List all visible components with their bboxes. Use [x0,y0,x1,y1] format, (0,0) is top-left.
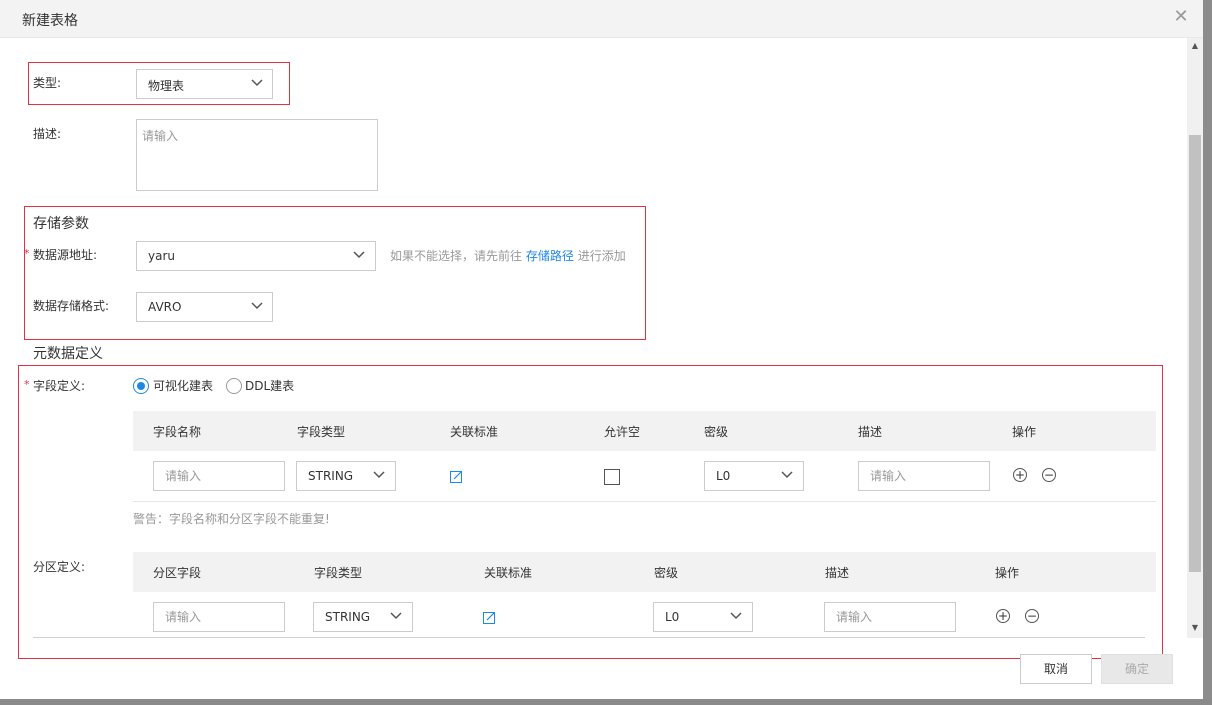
partition-col-type: 字段类型 [314,566,363,580]
fields-col-standard: 关联标准 [450,425,499,439]
partition-type-value: STRING [325,610,371,624]
field-definition-label: 字段定义: [33,379,86,393]
dialog-title: 新建表格 [22,13,78,29]
datasource-select-value: yaru [148,249,175,263]
dialog-header: 新建表格 ✕ [0,0,1203,38]
partition-col-name: 分区字段 [153,566,202,580]
chevron-down-icon [251,302,263,312]
description-textarea[interactable] [136,119,378,191]
partition-col-desc: 描述 [825,566,850,580]
backdrop [1203,0,1212,705]
minus-circle-icon[interactable]: − [1025,609,1039,623]
field-level-value: L0 [716,469,731,483]
scroll-up-icon[interactable]: ▲ [1187,41,1203,51]
fields-col-action: 操作 [1012,425,1037,439]
chevron-down-icon [251,79,263,89]
partition-name-input[interactable] [153,602,285,632]
plus-circle-icon[interactable]: + [1013,468,1027,482]
partition-name-text[interactable] [154,603,284,631]
minus-circle-icon[interactable]: − [1042,468,1056,482]
field-level-select[interactable]: L0 [704,461,804,491]
field-name-input[interactable] [153,461,285,491]
fields-row-divider [133,501,1156,502]
metadata-section-title: 元数据定义 [33,346,103,362]
field-desc-text[interactable] [859,462,989,490]
chevron-down-icon [390,612,402,622]
chevron-down-icon [730,612,742,622]
required-mark: * [24,378,30,391]
description-label: 描述: [33,127,62,141]
storage-path-link[interactable]: 存储路径 [526,249,574,263]
field-desc-input[interactable] [858,461,990,491]
hint-prefix: 如果不能选择，请先前往 [390,249,523,263]
partition-level-value: L0 [665,610,680,624]
hint-suffix: 进行添加 [577,249,626,263]
fields-col-name: 字段名称 [153,425,202,439]
partition-definition-label: 分区定义: [33,560,86,574]
chevron-down-icon [353,251,365,261]
field-name-text[interactable] [154,462,284,490]
fields-col-nullable: 允许空 [604,425,641,439]
fields-table-header: 字段名称 字段类型 关联标准 允许空 密级 描述 操作 [133,411,1156,451]
fields-col-type: 字段类型 [297,425,346,439]
close-icon[interactable]: ✕ [1173,8,1189,26]
format-select[interactable]: AVRO [136,292,273,322]
partition-type-select[interactable]: STRING [313,602,413,632]
vertical-scrollbar[interactable]: ▲ ▼ [1187,38,1203,638]
description-input[interactable] [137,120,377,190]
scroll-down-icon[interactable]: ▼ [1187,623,1203,633]
highlight-box-storage [24,206,646,340]
chevron-down-icon [373,471,385,481]
partition-level-select[interactable]: L0 [653,602,753,632]
edit-icon[interactable] [450,470,463,483]
format-select-value: AVRO [148,300,182,314]
partition-table-header: 分区字段 字段类型 关联标准 密级 描述 操作 [133,552,1156,592]
scroll-thumb[interactable] [1189,135,1201,572]
confirm-button[interactable]: 确定 [1101,654,1173,684]
edit-icon[interactable] [483,611,496,624]
radio-visual-label[interactable]: 可视化建表 [153,378,213,394]
datasource-hint: 如果不能选择，请先前往 存储路径 进行添加 [390,247,626,264]
partition-desc-text[interactable] [825,603,955,631]
required-mark: * [24,247,30,260]
backdrop [0,699,1212,705]
radio-ddl[interactable] [226,378,242,394]
datasource-label: 数据源地址: [33,248,98,262]
field-type-value: STRING [308,469,354,483]
field-type-select[interactable]: STRING [296,461,396,491]
cancel-button[interactable]: 取消 [1020,654,1092,684]
duplicate-warning: 警告：字段名称和分区字段不能重复! [133,512,330,526]
partition-desc-input[interactable] [824,602,956,632]
type-label: 类型: [33,76,62,90]
partition-col-action: 操作 [995,566,1020,580]
partition-col-level: 密级 [654,566,679,580]
new-table-dialog: 新建表格 ✕ 类型: 物理表 描述: 存储参数 * 数据源地址: yaru 如果… [0,0,1203,699]
storage-section-title: 存储参数 [33,216,89,232]
partition-col-standard: 关联标准 [484,566,533,580]
format-label: 数据存储格式: [33,299,110,313]
radio-visual[interactable] [133,378,149,394]
type-select-value: 物理表 [148,79,185,93]
fields-col-desc: 描述 [858,425,883,439]
chevron-down-icon [781,471,793,481]
nullable-checkbox[interactable] [604,469,620,485]
content-bottom-divider [33,637,1145,638]
fields-col-level: 密级 [704,425,729,439]
plus-circle-icon[interactable]: + [996,609,1010,623]
type-select[interactable]: 物理表 [136,69,273,99]
datasource-select[interactable]: yaru [136,241,376,271]
radio-ddl-label[interactable]: DDL建表 [245,378,294,394]
